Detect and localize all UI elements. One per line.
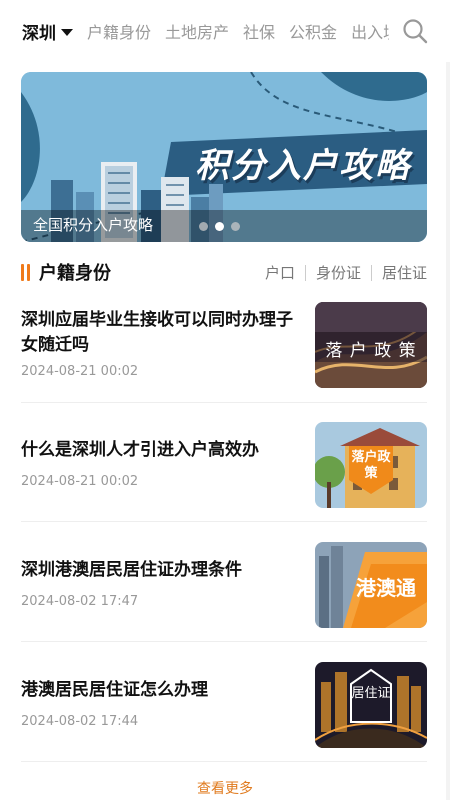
divider: [304, 264, 306, 281]
carousel-dot-active[interactable]: [215, 222, 224, 231]
carousel-dot[interactable]: [231, 222, 240, 231]
section-header: 户籍身份 户口 身份证 居住证: [21, 258, 427, 286]
article-title: 深圳应届毕业生接收可以同时办理子女随迁吗: [21, 310, 293, 355]
thumbnail-text: 落户政策: [351, 450, 391, 481]
article-thumbnail: 港澳通: [315, 542, 427, 628]
article-date: 2024-08-02 17:44: [21, 714, 139, 729]
carousel-indicator: [199, 222, 247, 231]
divider: [21, 641, 427, 642]
section-tabs: 户口 身份证 居住证: [265, 262, 427, 283]
top-nav: 深圳 户籍身份 土地房产 社保 公积金 出入境: [0, 0, 450, 62]
thumbnail-text: 落 户 政 策: [325, 341, 417, 361]
article-date: 2024-08-21 00:02: [21, 364, 139, 379]
article-title: 港澳居民居住证怎么办理: [21, 680, 208, 700]
tab-exit-entry[interactable]: 出入境: [351, 19, 389, 43]
divider: [21, 761, 427, 762]
article-title: 深圳港澳居民居住证办理条件: [21, 560, 242, 580]
article-thumbnail: 落户政策: [315, 422, 427, 508]
thumbnail-text: 居住证: [351, 686, 391, 701]
search-icon: [403, 19, 428, 44]
category-tabs: 户籍身份 土地房产 社保 公积金 出入境: [87, 19, 389, 43]
article-date: 2024-08-21 00:02: [21, 474, 139, 489]
scrollbar[interactable]: [446, 62, 450, 800]
city-label: 深圳: [22, 23, 56, 44]
article-title: 什么是深圳人才引进入户高效办: [21, 440, 259, 460]
divider: [21, 402, 427, 403]
article-date: 2024-08-02 17:47: [21, 594, 139, 609]
article-item[interactable]: 港澳居民居住证怎么办理 2024-08-02 17:44 居住证: [21, 660, 427, 780]
search-button[interactable]: [402, 18, 428, 44]
thumbnail-text: 港澳通: [356, 576, 416, 600]
article-item[interactable]: 深圳港澳居民居住证办理条件 2024-08-02 17:47 港澳通: [21, 540, 427, 660]
article-item[interactable]: 什么是深圳人才引进入户高效办 2024-08-21 00:02 落户政策: [21, 420, 427, 540]
tab-huji[interactable]: 户籍身份: [87, 19, 151, 43]
section-marker-icon: [21, 263, 33, 281]
divider: [21, 521, 427, 522]
banner-caption: 全国积分入户攻略: [33, 216, 154, 234]
tab-residence-permit[interactable]: 居住证: [382, 262, 427, 283]
tab-social-security[interactable]: 社保: [243, 19, 275, 43]
section-title: 户籍身份: [39, 263, 111, 284]
article-thumbnail: 居住证: [315, 662, 427, 748]
city-selector[interactable]: 深圳: [22, 19, 73, 44]
tab-id-card[interactable]: 身份证: [316, 262, 361, 283]
banner-carousel[interactable]: 积分入户攻略 全国积分入户攻略: [21, 72, 427, 242]
tab-land-property[interactable]: 土地房产: [165, 19, 229, 43]
divider: [370, 264, 372, 281]
banner-title: 积分入户攻略: [195, 146, 411, 186]
tab-hukou[interactable]: 户口: [265, 262, 295, 283]
view-more-link[interactable]: 查看更多: [0, 778, 450, 798]
chevron-down-icon: [61, 28, 73, 36]
article-thumbnail: 落 户 政 策: [315, 302, 427, 388]
carousel-dot[interactable]: [199, 222, 208, 231]
tab-housing-fund[interactable]: 公积金: [289, 19, 337, 43]
